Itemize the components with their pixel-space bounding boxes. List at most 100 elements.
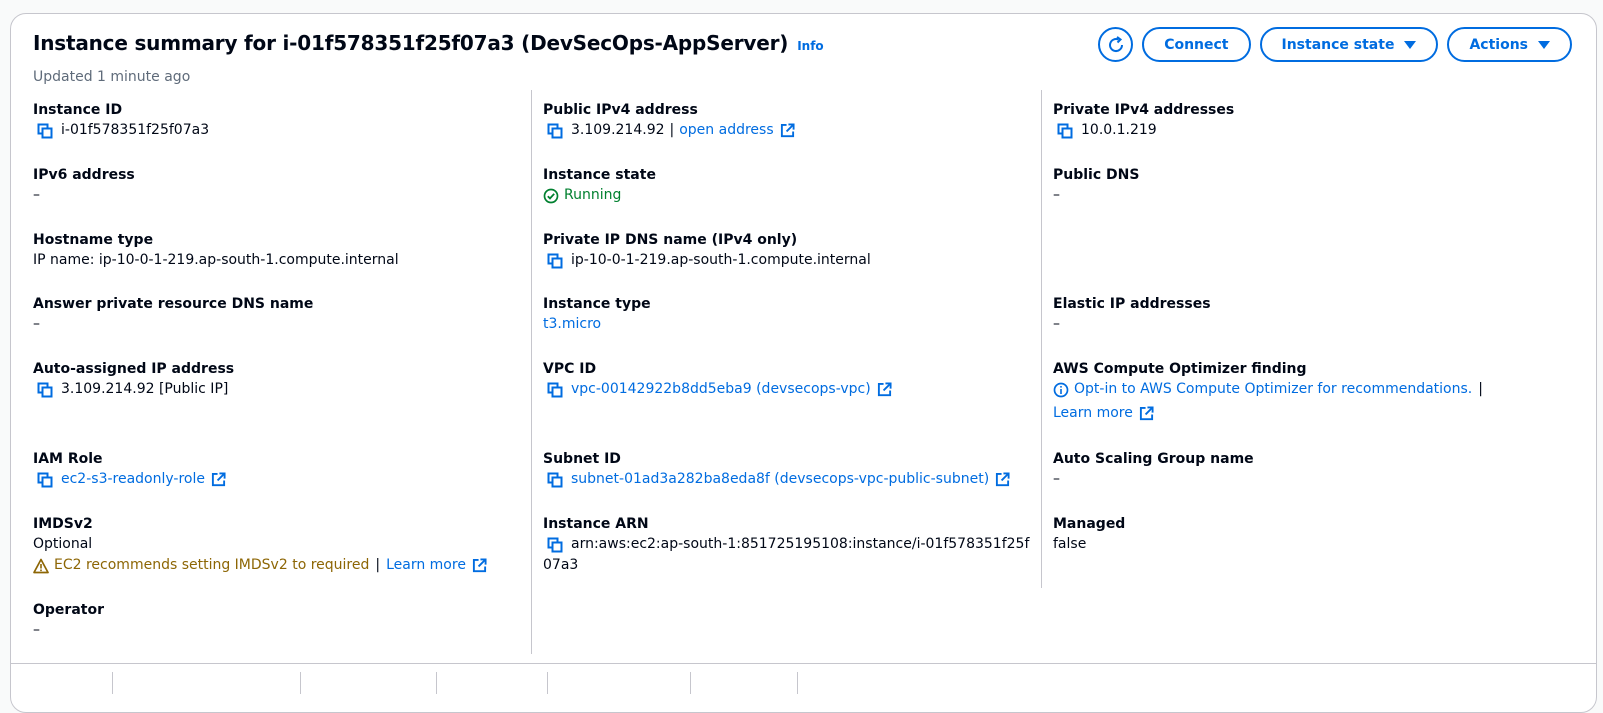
field-label: AWS Compute Optimizer finding bbox=[1053, 361, 1307, 377]
field-operator: Operator – bbox=[33, 600, 523, 641]
vpc-id-link[interactable]: vpc-00142922b8dd5eba9 (devsecops-vpc) bbox=[571, 379, 871, 400]
field-label: Private IP DNS name (IPv4 only) bbox=[543, 232, 798, 248]
field-vpc-id: VPC ID vpc-00142922b8dd5eba9 (devsecops-… bbox=[543, 359, 1041, 400]
caret-down-icon bbox=[1404, 40, 1417, 49]
check-circle-icon bbox=[543, 188, 559, 203]
info-circle-icon bbox=[1053, 382, 1069, 397]
external-link-icon[interactable] bbox=[995, 472, 1010, 487]
connect-button[interactable]: Connect bbox=[1142, 27, 1251, 62]
field-hostname-type: Hostname type IP name: ip-10-0-1-219.ap-… bbox=[33, 230, 523, 271]
field-value: – bbox=[33, 316, 40, 332]
field-label: IAM Role bbox=[33, 451, 103, 467]
info-link[interactable]: Info bbox=[797, 39, 823, 53]
updated-timestamp: Updated 1 minute ago bbox=[33, 69, 191, 85]
details-column-3: Private IPv4 addresses 10.0.1.219 Public… bbox=[1041, 90, 1581, 588]
imdsv2-learn-more-link[interactable]: Learn more bbox=[386, 555, 466, 576]
field-value: – bbox=[33, 622, 40, 638]
imdsv2-warning-text: EC2 recommends setting IMDSv2 to require… bbox=[54, 557, 370, 573]
copy-icon[interactable] bbox=[547, 537, 563, 553]
field-label: Subnet ID bbox=[543, 451, 621, 467]
copy-icon[interactable] bbox=[37, 382, 53, 398]
field-value: false bbox=[1053, 536, 1087, 552]
header-actions: Connect Instance state Actions bbox=[1098, 27, 1572, 62]
instance-summary-panel: Instance summary for i-01f578351f25f07a3… bbox=[10, 13, 1597, 713]
tab-divider bbox=[547, 672, 548, 694]
warning-icon bbox=[33, 558, 49, 573]
external-link-icon[interactable] bbox=[780, 123, 795, 138]
field-instance-id: Instance ID i-01f578351f25f07a3 bbox=[33, 100, 523, 141]
actions-button[interactable]: Actions bbox=[1447, 27, 1572, 62]
external-link-icon[interactable] bbox=[211, 472, 226, 487]
field-value: 10.0.1.219 bbox=[1081, 122, 1157, 138]
separator: | bbox=[669, 122, 675, 138]
external-link-icon[interactable] bbox=[1139, 406, 1154, 421]
connect-button-label: Connect bbox=[1164, 36, 1229, 53]
tab-divider bbox=[690, 672, 691, 694]
field-value: – bbox=[1053, 316, 1060, 332]
instance-type-link[interactable]: t3.micro bbox=[543, 314, 601, 335]
field-iam-role: IAM Role ec2-s3-readonly-role bbox=[33, 449, 523, 490]
field-label: Instance ARN bbox=[543, 516, 649, 532]
page-title: Instance summary for i-01f578351f25f07a3… bbox=[33, 31, 789, 55]
field-value: – bbox=[1053, 187, 1060, 203]
field-auto-assigned-ip: Auto-assigned IP address 3.109.214.92 [P… bbox=[33, 359, 523, 400]
copy-icon[interactable] bbox=[547, 472, 563, 488]
field-compute-optimizer: AWS Compute Optimizer finding Opt-in to … bbox=[1053, 359, 1581, 424]
copy-icon[interactable] bbox=[37, 472, 53, 488]
actions-button-label: Actions bbox=[1469, 36, 1528, 53]
field-value: IP name: ip-10-0-1-219.ap-south-1.comput… bbox=[33, 252, 399, 268]
copy-icon[interactable] bbox=[547, 123, 563, 139]
optimizer-learn-more-link[interactable]: Learn more bbox=[1053, 403, 1133, 424]
details-column-2: Public IPv4 address 3.109.214.92 | open … bbox=[531, 90, 1041, 654]
details-tabs-bar bbox=[11, 663, 1596, 694]
field-label: Managed bbox=[1053, 516, 1126, 532]
separator: | bbox=[1478, 381, 1483, 397]
status-badge: Running bbox=[564, 187, 622, 203]
field-label: VPC ID bbox=[543, 361, 597, 377]
external-link-icon[interactable] bbox=[472, 558, 487, 573]
field-value: – bbox=[33, 187, 40, 203]
field-instance-type: Instance type t3.micro bbox=[543, 294, 1041, 335]
copy-icon[interactable] bbox=[547, 253, 563, 269]
refresh-icon bbox=[1108, 35, 1123, 52]
header: Instance summary for i-01f578351f25f07a3… bbox=[33, 31, 824, 55]
caret-down-icon bbox=[1538, 40, 1550, 49]
field-label: Elastic IP addresses bbox=[1053, 296, 1211, 312]
field-managed: Managed false bbox=[1053, 514, 1581, 555]
field-elastic-ip: Elastic IP addresses – bbox=[1053, 294, 1581, 335]
field-value: – bbox=[1053, 471, 1060, 487]
field-label: Public IPv4 address bbox=[543, 102, 698, 118]
open-address-link[interactable]: open address bbox=[679, 120, 773, 141]
tab-divider bbox=[300, 672, 301, 694]
field-label: Private IPv4 addresses bbox=[1053, 102, 1235, 118]
copy-icon[interactable] bbox=[547, 382, 563, 398]
field-label: Instance ID bbox=[33, 102, 123, 118]
external-link-icon[interactable] bbox=[877, 382, 892, 397]
field-public-dns: Public DNS – bbox=[1053, 165, 1581, 206]
subnet-id-link[interactable]: subnet-01ad3a282ba8eda8f (devsecops-vpc-… bbox=[571, 469, 989, 490]
field-public-ipv4: Public IPv4 address 3.109.214.92 | open … bbox=[543, 100, 1041, 141]
instance-state-button[interactable]: Instance state bbox=[1259, 27, 1439, 62]
tab-divider bbox=[797, 672, 798, 694]
field-private-dns: Private IP DNS name (IPv4 only) ip-10-0-… bbox=[543, 230, 1041, 271]
field-value: 3.109.214.92 bbox=[571, 122, 665, 138]
field-label: Instance state bbox=[543, 167, 656, 183]
copy-icon[interactable] bbox=[37, 123, 53, 139]
field-instance-state: Instance state Running bbox=[543, 165, 1041, 206]
field-value: i-01f578351f25f07a3 bbox=[61, 122, 210, 138]
field-label: IPv6 address bbox=[33, 167, 135, 183]
field-value: Optional bbox=[33, 536, 93, 552]
tab-divider bbox=[112, 672, 113, 694]
field-label: Operator bbox=[33, 602, 104, 618]
field-private-ipv4: Private IPv4 addresses 10.0.1.219 bbox=[1053, 100, 1581, 141]
field-answer-dns: Answer private resource DNS name – bbox=[33, 294, 523, 335]
refresh-button[interactable] bbox=[1098, 27, 1134, 62]
field-ipv6: IPv6 address – bbox=[33, 165, 523, 206]
field-instance-arn: Instance ARN arn:aws:ec2:ap-south-1:8517… bbox=[543, 514, 1041, 576]
optimizer-opt-in-link[interactable]: Opt-in to AWS Compute Optimizer for reco… bbox=[1074, 379, 1472, 400]
field-label: Public DNS bbox=[1053, 167, 1140, 183]
field-label: IMDSv2 bbox=[33, 516, 93, 532]
copy-icon[interactable] bbox=[1057, 123, 1073, 139]
iam-role-link[interactable]: ec2-s3-readonly-role bbox=[61, 469, 205, 490]
field-imdsv2: IMDSv2 Optional EC2 recommends setting I… bbox=[33, 514, 523, 576]
